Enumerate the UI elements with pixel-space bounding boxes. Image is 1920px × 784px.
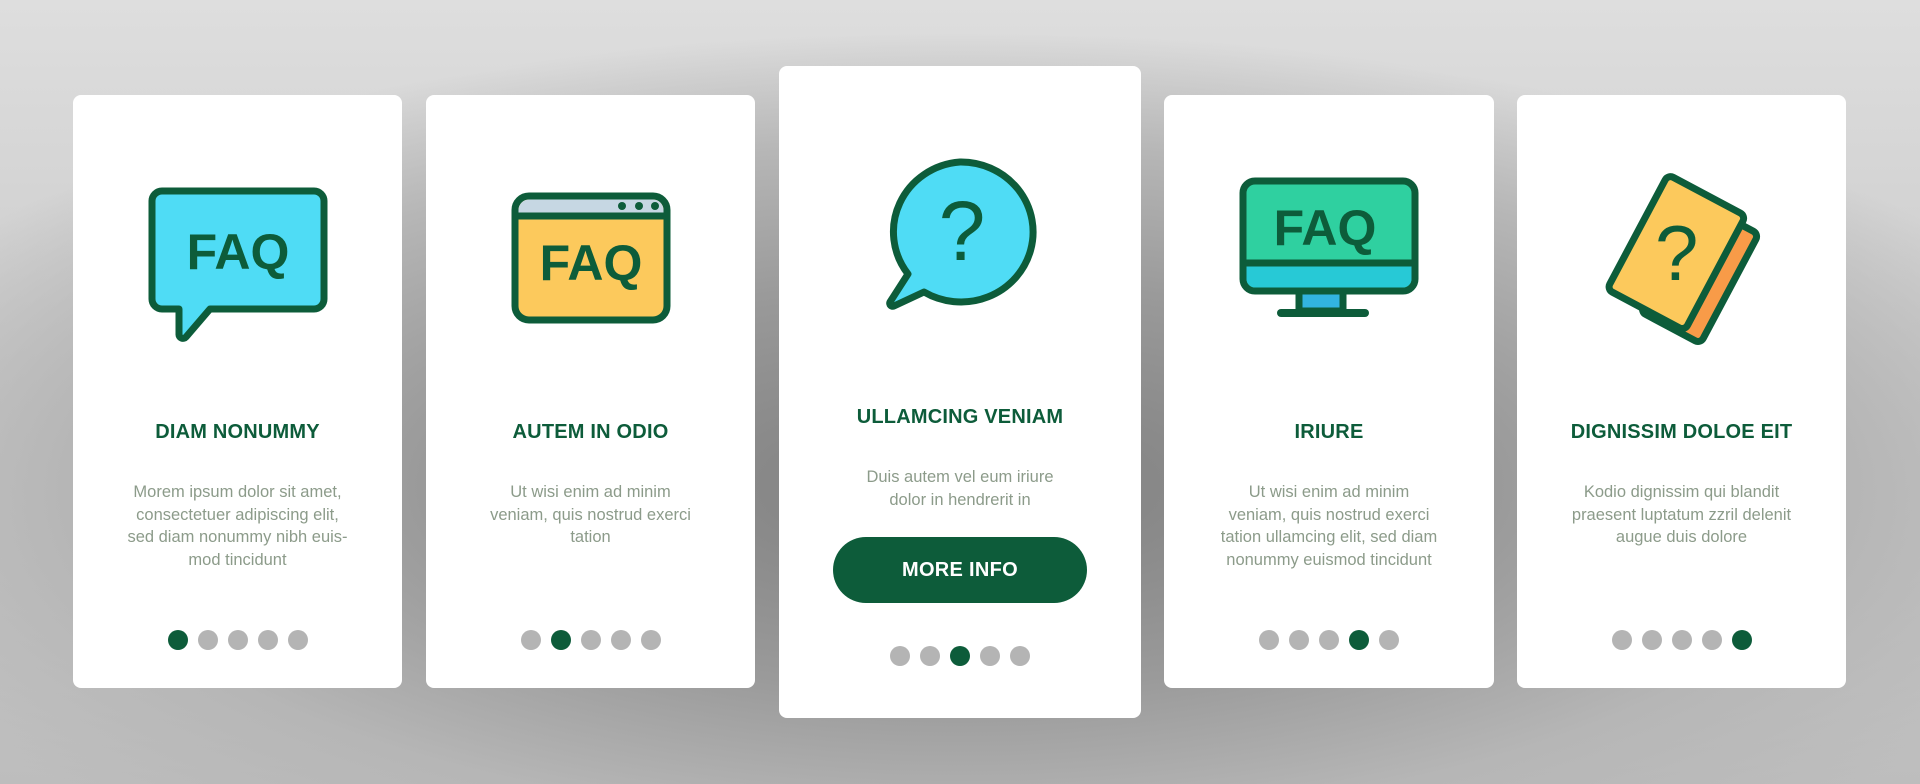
svg-text:FAQ: FAQ [186, 224, 289, 280]
pagination-dot[interactable] [227, 630, 248, 650]
pagination-dot[interactable] [610, 630, 631, 650]
onboarding-card-4: FAQ IRIURE Ut wisi enim ad minim veniam,… [1164, 95, 1494, 688]
pagination-dots [73, 630, 402, 650]
pagination-dots [1164, 630, 1494, 650]
faq-monitor-icon: FAQ [1164, 175, 1494, 327]
pagination-dot-active[interactable] [1349, 630, 1369, 650]
more-info-button[interactable]: MORE INFO [833, 537, 1087, 603]
card-title: DIAM NONUMMY [155, 421, 320, 443]
pagination-dot[interactable] [520, 630, 541, 650]
pagination-dot[interactable] [1611, 630, 1632, 650]
card-title: ULLAMCING VENIAM [856, 406, 1064, 428]
pagination-dot-active[interactable] [950, 646, 970, 666]
pagination-dot[interactable] [1319, 630, 1339, 650]
card-title: AUTEM IN ODIO [512, 421, 669, 443]
faq-speech-bubble-icon: FAQ [73, 185, 402, 349]
card-title: IRIURE [1294, 421, 1364, 443]
pagination-dot-active[interactable] [167, 630, 188, 650]
svg-text:?: ? [1655, 209, 1698, 297]
pagination-dot[interactable] [197, 630, 218, 650]
card-description: Ut wisi enim ad minim veniam, quis nostr… [490, 483, 691, 546]
pagination-dot-active[interactable] [550, 630, 571, 650]
pagination-dot[interactable] [1701, 630, 1722, 650]
pagination-dot[interactable] [890, 646, 910, 666]
pagination-dots [779, 646, 1141, 666]
pagination-dot-active[interactable] [1731, 630, 1752, 650]
pagination-dot[interactable] [920, 646, 940, 666]
pagination-dot[interactable] [980, 646, 1000, 666]
card-title: DIGNISSIM DOLOE EIT [1570, 421, 1793, 443]
onboarding-card-5: ? DIGNISSIM DOLOE EIT Kodio dignissim qu… [1517, 95, 1846, 688]
pagination-dot[interactable] [257, 630, 278, 650]
pagination-dot[interactable] [1671, 630, 1692, 650]
svg-text:FAQ: FAQ [1274, 200, 1377, 256]
pagination-dot[interactable] [1259, 630, 1279, 650]
card-description: Ut wisi enim ad minim veniam, quis nostr… [1220, 483, 1438, 569]
pagination-dot[interactable] [580, 630, 601, 650]
question-speech-bubble-icon: ? [779, 156, 1141, 316]
card-description: Duis autem vel eum iriure dolor in hendr… [866, 468, 1054, 509]
pagination-dots [426, 630, 755, 650]
pagination-dot[interactable] [640, 630, 661, 650]
pagination-dot[interactable] [1379, 630, 1399, 650]
onboarding-card-2: FAQ AUTEM IN ODIO Ut wisi enim ad minim … [426, 95, 755, 688]
pagination-dot[interactable] [1010, 646, 1030, 666]
pagination-dot[interactable] [1641, 630, 1662, 650]
onboarding-card-3: ? ULLAMCING VENIAM Duis autem vel eum ir… [779, 66, 1141, 718]
svg-text:?: ? [939, 184, 986, 278]
card-description: Morem ipsum dolor sit amet, consectetuer… [127, 483, 348, 569]
onboarding-card-1: FAQ DIAM NONUMMY Morem ipsum dolor sit a… [73, 95, 402, 688]
faq-browser-window-icon: FAQ [426, 190, 755, 326]
pagination-dots [1517, 630, 1846, 650]
pagination-dot[interactable] [287, 630, 308, 650]
question-book-icon: ? [1517, 169, 1846, 349]
card-description: Kodio dignissim qui blandit praesent lup… [1571, 483, 1792, 546]
pagination-dot[interactable] [1289, 630, 1309, 650]
svg-text:FAQ: FAQ [539, 235, 642, 291]
